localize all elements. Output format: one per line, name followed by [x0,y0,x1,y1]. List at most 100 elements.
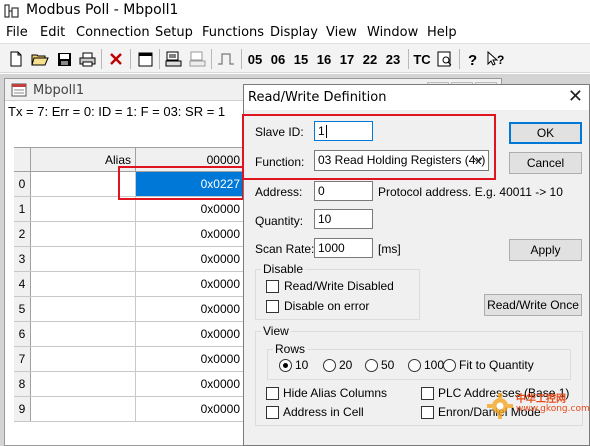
read-write-once-button[interactable]: Read/Write Once [484,294,582,316]
rows-50-label: 50 [381,358,395,372]
alias-cell[interactable] [31,197,136,221]
menu-help[interactable]: Help [427,25,457,40]
slave-function-highlight [242,114,496,180]
disable-on-error-checkbox[interactable] [266,300,279,313]
rows-100-label: 100 [424,358,445,372]
menu-edit[interactable]: Edit [40,25,65,40]
watermark-url: www.gkong.com [516,404,590,414]
address-field[interactable]: 0 [314,181,373,201]
value-cell[interactable]: 0x0000 [136,372,244,396]
help-icon[interactable]: ? [463,48,483,70]
modbus-app-icon [4,4,19,18]
row-number: 6 [14,322,31,346]
row-number: 0 [14,172,31,196]
enron-mode-checkbox[interactable] [421,406,434,419]
row-number: 1 [14,197,31,221]
read-write-disabled-checkbox[interactable] [266,280,279,293]
function-15-button[interactable]: 15 [291,48,311,70]
menu-view[interactable]: View [326,25,357,40]
selected-cell-highlight [118,166,244,200]
read-write-disabled-label: Read/Write Disabled [284,279,394,293]
save-icon[interactable] [54,48,74,70]
table-row[interactable]: 6 0x0000 [14,322,244,347]
menu-connection[interactable]: Connection [76,25,150,40]
table-row[interactable]: 9 0x0000 [14,397,244,422]
function-06-button[interactable]: 06 [268,48,288,70]
row-number: 3 [14,247,31,271]
value-cell[interactable]: 0x0000 [136,247,244,271]
alias-cell[interactable] [31,397,136,421]
value-cell[interactable]: 0x0000 [136,297,244,321]
rows-fit-radio[interactable] [443,359,456,372]
apply-button[interactable]: Apply [509,239,582,261]
function-23-button[interactable]: 23 [383,48,403,70]
value-cell[interactable]: 0x0000 [136,197,244,221]
function-16-button[interactable]: 16 [314,48,334,70]
alias-cell[interactable] [31,347,136,371]
rows-20-radio[interactable] [323,359,336,372]
row-number: 7 [14,347,31,371]
toolbar-separator [130,49,131,69]
document-icon [11,83,27,97]
traffic-button[interactable]: TC [412,48,432,70]
rows-20-label: 20 [339,358,353,372]
print-icon[interactable] [77,48,97,70]
toolbar-separator [101,49,102,69]
open-folder-icon[interactable] [30,48,50,70]
table-row[interactable]: 1 0x0000 [14,197,244,222]
menu-display[interactable]: Display [270,25,318,40]
svg-text:?: ? [497,53,504,67]
function-17-button[interactable]: 17 [337,48,357,70]
ok-button[interactable]: OK [509,122,582,144]
menu-functions[interactable]: Functions [202,25,264,40]
menu-file[interactable]: File [6,25,28,40]
window-icon[interactable] [135,48,155,70]
cancel-button[interactable]: Cancel [509,152,582,174]
toolbar-separator [159,49,160,69]
address-hint: Protocol address. E.g. 40011 -> 10 [378,185,563,199]
value-cell[interactable]: 0x0000 [136,322,244,346]
alias-cell[interactable] [31,297,136,321]
scan-rate-unit: [ms] [378,242,401,256]
table-row[interactable]: 3 0x0000 [14,247,244,272]
table-row[interactable]: 8 0x0000 [14,372,244,397]
address-in-cell-checkbox[interactable] [266,406,279,419]
menu-setup[interactable]: Setup [155,25,193,40]
menu-window[interactable]: Window [367,25,418,40]
alias-cell[interactable] [31,322,136,346]
alias-cell[interactable] [31,272,136,296]
context-help-icon[interactable]: ? [486,48,506,70]
close-icon[interactable]: ✕ [568,87,583,107]
pulse-icon[interactable] [215,48,237,70]
disconnect-icon[interactable] [106,48,126,70]
alias-cell[interactable] [31,247,136,271]
table-row[interactable]: 2 0x0000 [14,222,244,247]
read-write-icon[interactable] [163,48,183,70]
plc-addresses-checkbox[interactable] [421,387,434,400]
value-cell[interactable]: 0x0000 [136,272,244,296]
scan-rate-field[interactable]: 1000 [314,238,373,258]
new-file-icon[interactable] [6,48,26,70]
rows-50-radio[interactable] [365,359,378,372]
quantity-field[interactable]: 10 [314,209,373,229]
table-row[interactable]: 4 0x0000 [14,272,244,297]
scan-rate-label: Scan Rate: [255,242,315,256]
svg-text:?: ? [468,52,477,67]
function-22-button[interactable]: 22 [360,48,380,70]
value-cell[interactable]: 0x0000 [136,397,244,421]
value-cell[interactable]: 0x0000 [136,222,244,246]
rows-10-radio[interactable] [279,359,292,372]
table-row[interactable]: 7 0x0000 [14,347,244,372]
function-05-button[interactable]: 05 [245,48,265,70]
toolbar-separator [408,49,409,69]
alias-cell[interactable] [31,222,136,246]
hide-alias-checkbox[interactable] [266,387,279,400]
rows-100-radio[interactable] [408,359,421,372]
alias-cell[interactable] [31,372,136,396]
child-window-title: Mbpoll1 [33,83,85,98]
value-cell[interactable]: 0x0000 [136,347,244,371]
read-write-once-icon[interactable] [187,48,207,70]
table-row[interactable]: 5 0x0000 [14,297,244,322]
search-doc-icon[interactable] [435,48,455,70]
quantity-label: Quantity: [255,214,304,228]
